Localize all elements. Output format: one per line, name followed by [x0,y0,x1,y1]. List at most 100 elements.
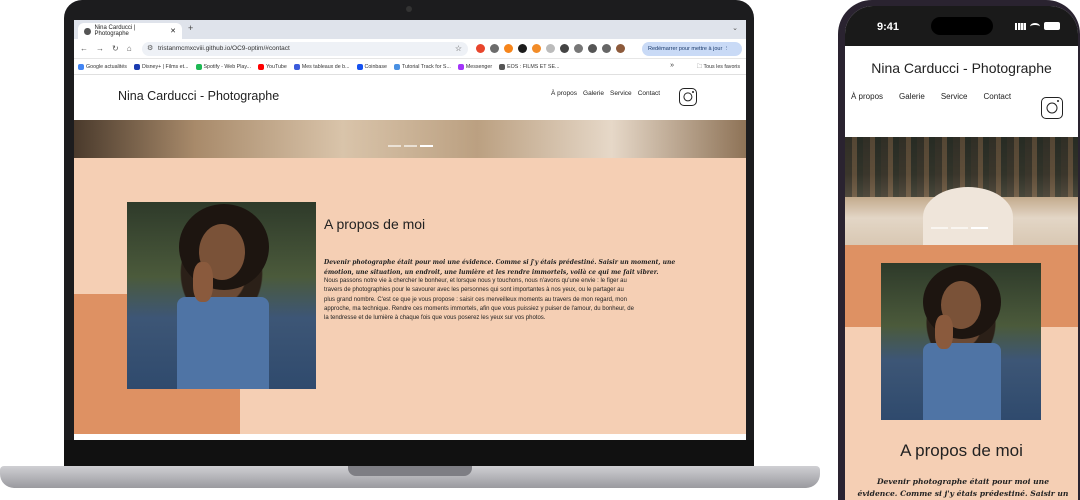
url-text: tristanmcmxcviii.github.io/OC9-optim/#co… [158,45,290,52]
battery-icon [1044,22,1060,30]
instagram-icon[interactable] [1041,97,1063,119]
site-nav: À propos Galerie Service Contact [551,90,660,97]
bookmark-item[interactable]: Mes tableaux de b... [293,63,350,70]
hero-carousel[interactable] [74,120,746,158]
portrait-photo [127,202,316,389]
bookmark-favicon-icon [78,63,84,70]
bookmark-favicon-icon [393,63,400,70]
clock: 9:41 [877,21,900,33]
laptop-camera [406,6,412,12]
bookmark-item[interactable]: Spotify - Web Play... [195,63,252,70]
about-body: Nous passons notre vie à chercher le bon… [324,278,634,322]
about-section: A propos de moi Devenir photographe étai… [74,158,746,440]
bookmark-star-icon[interactable]: ☆ [455,44,462,53]
status-bar: 9:41 [845,6,1078,46]
bookmark-label: Coinbase [364,63,387,70]
carousel-dot[interactable] [388,145,401,147]
nav-gallery[interactable]: Galerie [583,90,604,97]
bookmark-favicon-icon [356,63,363,70]
nav-service[interactable]: Service [610,90,632,97]
bookmark-favicon-icon [499,63,506,70]
laptop-screen: Nina Carducci | Photographe ✕ + ⌄ ← → ↻ … [74,20,746,440]
bookmark-label: Messenger [465,63,493,70]
bookmark-item[interactable]: Coinbase [356,63,387,70]
about-lead: Devenir photographe était pour moi une é… [857,477,1069,498]
section-divider [74,434,746,440]
extension-icon[interactable] [560,44,569,53]
site-logo[interactable]: Nina Carducci - Photographe [845,60,1078,76]
bookmark-label: Mes tableaux de b... [301,63,350,70]
bookmark-favicon-icon [133,63,140,70]
home-icon[interactable]: ⌂ [127,44,132,53]
puzzle-icon[interactable] [574,44,583,53]
bookmark-favicon-icon [195,63,202,70]
extension-icon[interactable] [532,44,541,53]
more-bookmarks-icon[interactable]: » [670,62,674,69]
carousel-dot[interactable] [931,227,948,229]
bookmark-item[interactable]: Disney+ | Films et... [133,63,189,70]
about-title: A propos de moi [324,216,426,232]
mobile-website: Nina Carducci - Photographe À propos Gal… [845,46,1078,500]
bookmark-item[interactable]: Messenger [457,63,493,70]
hero-carousel[interactable] [845,137,1078,245]
address-bar: ← → ↻ ⌂ ⚙ tristanmcmxcviii.github.io/OC9… [74,39,746,59]
chevron-down-icon[interactable]: ⌄ [732,24,738,32]
site-logo[interactable]: Nina Carducci - Photographe [118,89,279,103]
all-bookmarks-label: Tous les favoris [703,64,740,70]
wifi-icon [1030,22,1040,30]
new-tab-icon[interactable]: + [188,23,193,33]
instagram-icon[interactable] [679,88,697,106]
bookmark-label: Google actualités [86,63,127,70]
nav-about[interactable]: À propos [851,92,883,101]
carousel-dot[interactable] [420,145,433,147]
back-icon[interactable]: ← [80,44,88,53]
site-header: Nina Carducci - Photographe À propos Gal… [74,75,746,120]
profile-avatar[interactable] [616,44,625,53]
reload-icon[interactable]: ↻ [112,44,119,53]
dynamic-island [931,17,993,35]
forward-icon[interactable]: → [96,44,104,53]
url-field[interactable]: ⚙ tristanmcmxcviii.github.io/OC9-optim/#… [142,42,468,56]
extensions [476,44,625,53]
nav-contact[interactable]: Contact [984,92,1012,101]
extension-icon[interactable] [518,44,527,53]
extension-icon[interactable] [546,44,555,53]
bookmark-item[interactable]: Tutorial Track for S... [393,63,451,70]
nav-contact[interactable]: Contact [638,90,660,97]
signal-icon [1015,22,1026,30]
extension-icon[interactable] [490,44,499,53]
bookmark-label: Spotify - Web Play... [203,63,252,70]
about-section [845,245,1078,500]
sidebar-icon[interactable] [602,44,611,53]
carousel-dot[interactable] [404,145,417,147]
media-icon[interactable] [588,44,597,53]
nav-service[interactable]: Service [941,92,968,101]
bookmark-label: Disney+ | Films et... [141,63,189,70]
site-nav: À propos Galerie Service Contact [851,92,1011,101]
laptop-chin [64,440,754,468]
tab-bar: Nina Carducci | Photographe ✕ + ⌄ [74,20,746,39]
nav-gallery[interactable]: Galerie [899,92,925,101]
website: Nina Carducci - Photographe À propos Gal… [74,75,746,440]
bookmark-favicon-icon [457,63,464,70]
bookmark-favicon-icon [293,63,300,70]
portrait-photo [881,263,1041,420]
nav-about[interactable]: À propos [551,90,577,97]
laptop-notch [348,466,472,476]
bookmark-item[interactable]: YouTube [258,63,287,70]
all-bookmarks-button[interactable]: 🗀 Tous les favoris [697,63,740,72]
site-info-icon[interactable]: ⚙ [147,44,153,52]
browser-tab[interactable]: Nina Carducci | Photographe ✕ [78,23,182,39]
extension-icon[interactable] [476,44,485,53]
close-icon[interactable]: ✕ [170,27,176,35]
phone-screen: 9:41 Nina Carducci - Photographe À propo… [845,6,1078,500]
carousel-dot[interactable] [951,227,968,229]
bookmark-item[interactable]: Google actualités [78,63,127,70]
globe-icon [84,27,91,35]
carousel-dot[interactable] [971,227,988,229]
bookmark-label: Tutorial Track for S... [401,63,451,70]
metamask-icon[interactable] [504,44,513,53]
relaunch-button[interactable]: Redémarrer pour mettre à jour ⋮ [642,42,742,56]
bookmarks-bar: Google actualités Disney+ | Films et... Sp… [74,59,746,75]
bookmark-item[interactable]: EOS : FILMS ET SE... [499,63,559,70]
